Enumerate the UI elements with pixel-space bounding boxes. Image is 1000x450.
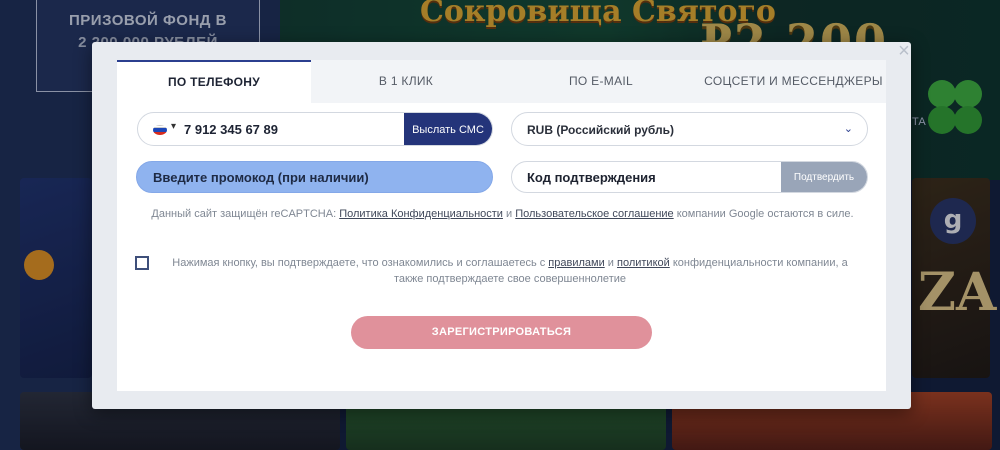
consent-prefix: Нажимая кнопку, вы подтверждаете, что оз… xyxy=(172,257,549,269)
tab-one-click[interactable]: В 1 КЛИК xyxy=(311,60,501,103)
russia-flag-icon[interactable] xyxy=(153,125,167,135)
confirmation-code-field[interactable]: Код подтверждения Подтвердить xyxy=(511,161,868,193)
chevron-down-icon[interactable]: ⌄ xyxy=(844,122,853,135)
promo-code-input[interactable]: Введите промокод (при наличии) xyxy=(136,161,493,193)
recaptcha-notice: Данный сайт защищён reCAPTCHA: Политика … xyxy=(150,206,855,222)
registration-tabs: ПО ТЕЛЕФОНУ В 1 КЛИК ПО E-MAIL СОЦСЕТИ И… xyxy=(117,60,886,103)
consent-checkbox[interactable] xyxy=(135,256,149,270)
chevron-down-icon[interactable]: ▾ xyxy=(171,121,176,132)
policy-link[interactable]: политикой xyxy=(617,257,670,269)
phone-input[interactable]: 7 912 345 67 89 xyxy=(184,122,278,137)
terms-link[interactable]: Пользовательское соглашение xyxy=(515,208,673,220)
tab-social[interactable]: СОЦСЕТИ И МЕССЕНДЖЕРЫ xyxy=(701,60,886,103)
currency-selected-value: RUB (Российский рубль) xyxy=(527,123,675,137)
tab-email[interactable]: ПО E-MAIL xyxy=(501,60,701,103)
recaptcha-suffix: компании Google остаются в силе. xyxy=(673,208,854,220)
promo-code-placeholder: Введите промокод (при наличии) xyxy=(153,170,369,185)
confirmation-code-input[interactable]: Код подтверждения xyxy=(527,170,656,185)
close-icon[interactable]: × xyxy=(896,41,912,61)
register-button[interactable]: ЗАРЕГИСТРИРОВАТЬСЯ xyxy=(351,316,652,349)
recaptcha-and: и xyxy=(502,208,516,220)
currency-select[interactable]: RUB (Российский рубль) ⌄ xyxy=(511,112,868,146)
rules-link[interactable]: правилами xyxy=(548,257,604,269)
recaptcha-prefix: Данный сайт защищён reCAPTCHA: xyxy=(151,208,340,220)
confirm-button[interactable]: Подтвердить xyxy=(781,162,867,192)
tab-phone[interactable]: ПО ТЕЛЕФОНУ xyxy=(117,60,311,103)
consent-text: Нажимая кнопку, вы подтверждаете, что оз… xyxy=(160,255,860,287)
privacy-policy-link[interactable]: Политика Конфиденциальности xyxy=(339,208,503,220)
consent-and: и xyxy=(604,257,617,269)
phone-field[interactable]: ▾ 7 912 345 67 89 Выслать СМС xyxy=(137,112,493,146)
send-sms-button[interactable]: Выслать СМС xyxy=(404,113,492,145)
